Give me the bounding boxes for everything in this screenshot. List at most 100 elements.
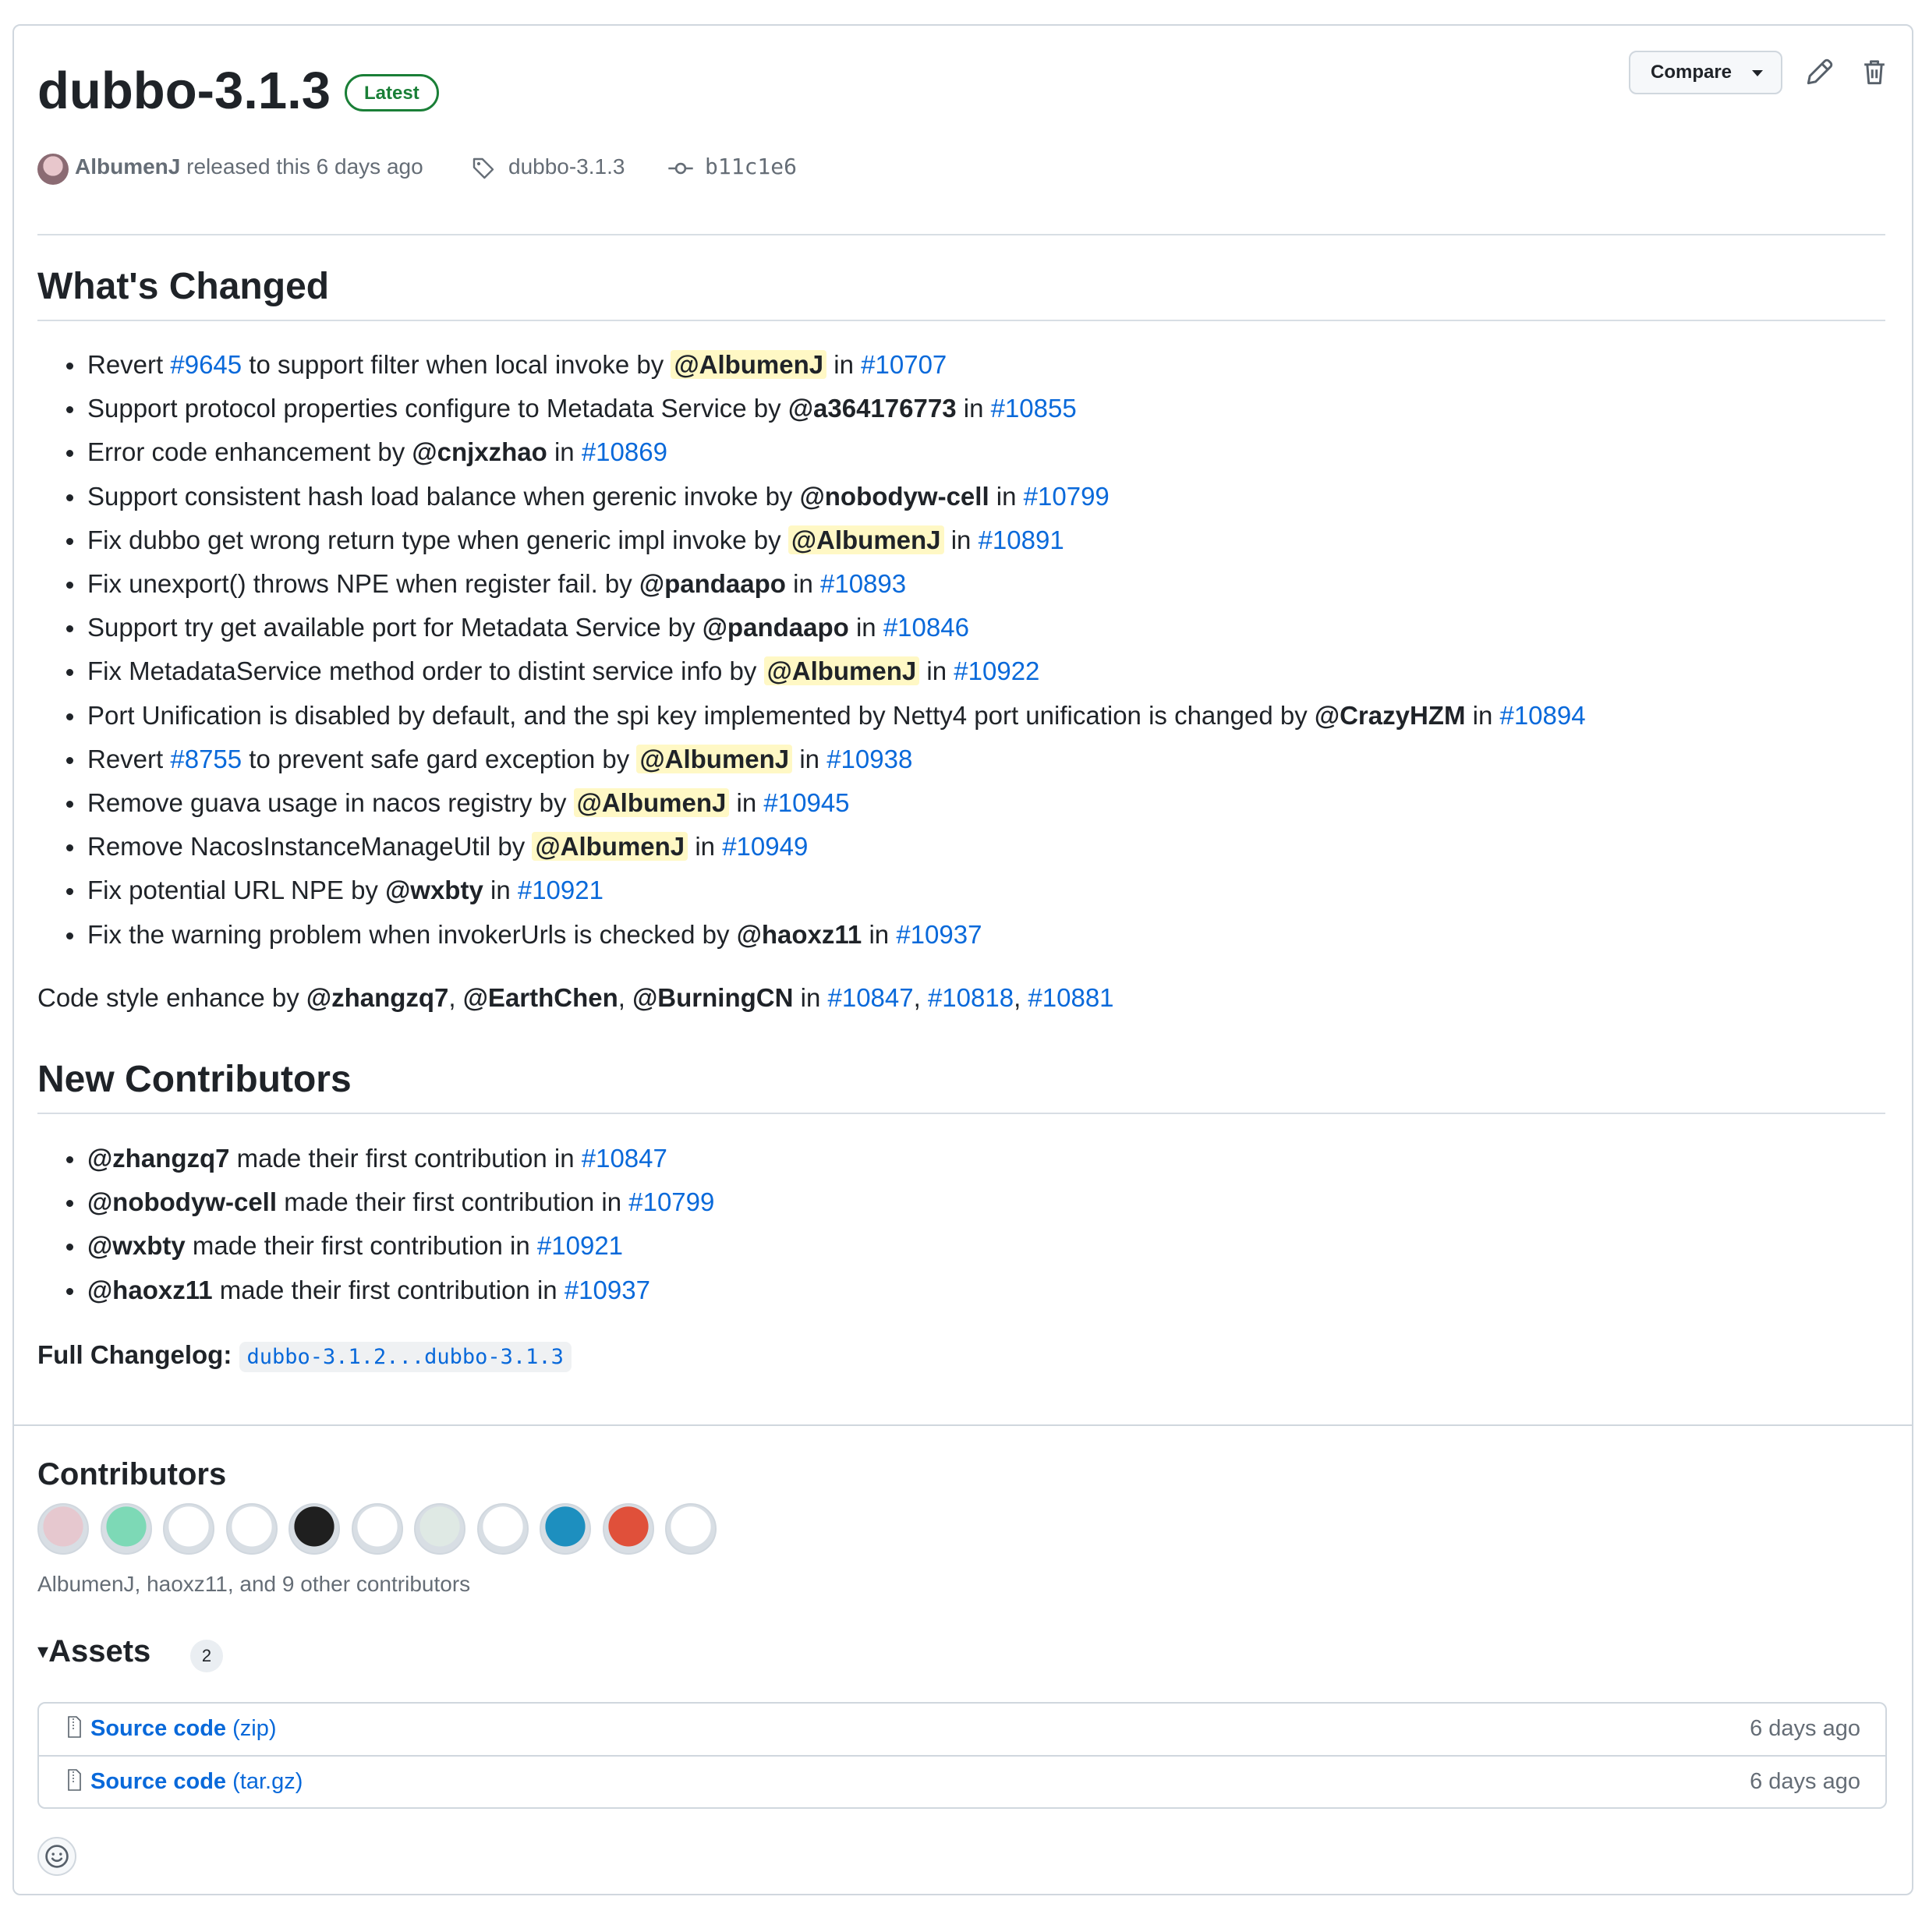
contribution-text: made their first contribution in — [212, 1275, 565, 1304]
contributor-avatar[interactable] — [602, 1503, 654, 1555]
change-text: Remove guava usage in nacos registry by — [87, 788, 574, 818]
contributor-avatar[interactable] — [414, 1503, 465, 1555]
compare-button[interactable]: Compare — [1629, 51, 1782, 94]
user-mention[interactable]: @nobodyw-cell — [800, 482, 989, 511]
change-text: Fix potential URL NPE by — [87, 876, 386, 905]
pr-link[interactable]: #10921 — [518, 876, 603, 904]
edit-release-button[interactable] — [1803, 55, 1837, 89]
pr-link[interactable]: #10799 — [628, 1187, 714, 1216]
contributor-avatar[interactable] — [351, 1503, 403, 1555]
author-link[interactable]: AlbumenJ — [75, 154, 180, 179]
author-avatar[interactable] — [37, 154, 69, 185]
change-text: Port Unification is disabled by default,… — [87, 700, 1315, 730]
pr-link[interactable]: #10922 — [954, 656, 1039, 685]
change-text: Support try get available port for Metad… — [87, 613, 703, 642]
in-text: in — [547, 437, 582, 467]
user-mention[interactable]: @AlbumenJ — [671, 350, 827, 379]
user-mention[interactable]: @EarthChen — [463, 983, 618, 1012]
pr-link[interactable]: #10949 — [722, 832, 808, 861]
user-mention[interactable]: @AlbumenJ — [532, 832, 688, 862]
assets-toggle[interactable]: ▾Assets — [37, 1629, 150, 1673]
pr-link[interactable]: #10818 — [928, 983, 1014, 1012]
delete-release-button[interactable] — [1857, 55, 1892, 89]
pr-link[interactable]: #10847 — [582, 1144, 667, 1173]
contributor-avatar[interactable] — [540, 1503, 591, 1555]
contribution-text: made their first contribution in — [229, 1144, 582, 1173]
pr-link[interactable]: #10937 — [896, 920, 982, 949]
add-reaction-button[interactable] — [37, 1837, 76, 1876]
asset-name[interactable]: Source code (zip) — [90, 1712, 277, 1745]
contributor-avatar[interactable] — [100, 1503, 152, 1555]
pr-link[interactable]: #10938 — [826, 745, 912, 773]
contributor-avatar[interactable] — [37, 1503, 89, 1555]
new-contributor-item: @zhangzq7 made their first contribution … — [65, 1137, 714, 1180]
asset-link[interactable]: Source code — [90, 1769, 226, 1794]
user-mention[interactable]: @AlbumenJ — [573, 788, 730, 818]
change-item: Remove NacosInstanceManageUtil by @Album… — [66, 825, 1586, 869]
pr-link[interactable]: #10847 — [827, 983, 913, 1012]
user-mention[interactable]: @CrazyHZM — [1315, 701, 1466, 730]
pr-link[interactable]: #10855 — [991, 394, 1077, 423]
user-mention[interactable]: @AlbumenJ — [788, 525, 944, 554]
pr-link[interactable]: #10846 — [883, 613, 969, 642]
pr-link[interactable]: #10891 — [979, 525, 1064, 554]
tag-link[interactable]: dubbo-3.1.3 — [508, 151, 625, 182]
in-text: in — [862, 919, 897, 949]
user-mention[interactable]: @zhangzq7 — [87, 1144, 230, 1173]
commit-icon — [668, 162, 693, 175]
change-item: Fix potential URL NPE by @wxbty in #1092… — [66, 869, 1586, 912]
issue-link[interactable]: #9645 — [170, 350, 242, 379]
contributor-avatar[interactable] — [476, 1503, 529, 1555]
contributor-avatar[interactable] — [163, 1503, 214, 1555]
contributor-avatar[interactable] — [665, 1503, 717, 1555]
pr-link[interactable]: #10799 — [1024, 482, 1110, 511]
pr-link[interactable]: #10869 — [582, 437, 667, 466]
changelog-compare-link[interactable]: dubbo-3.1.2...dubbo-3.1.3 — [239, 1342, 572, 1372]
changes-list: Revert #9645 to support filter when loca… — [66, 343, 1586, 957]
pr-link[interactable]: #10937 — [565, 1276, 650, 1304]
asset-name[interactable]: Source code (tar.gz) — [90, 1765, 303, 1798]
user-mention[interactable]: @AlbumenJ — [763, 656, 920, 686]
release-title[interactable]: dubbo-3.1.3 — [37, 56, 331, 126]
asset-link[interactable]: Source code — [90, 1716, 226, 1741]
user-mention[interactable]: @wxbty — [87, 1231, 186, 1260]
user-mention[interactable]: @wxbty — [385, 876, 483, 904]
pr-link[interactable]: #10894 — [1499, 701, 1585, 730]
asset-row[interactable]: Source code (zip) 6 days ago — [39, 1704, 1885, 1755]
change-item: Port Unification is disabled by default,… — [66, 694, 1586, 738]
user-mention[interactable]: @pandaapo — [703, 613, 849, 642]
change-item: Support consistent hash load balance whe… — [66, 475, 1586, 518]
asset-row[interactable]: Source code (tar.gz) 6 days ago — [39, 1755, 1885, 1808]
change-item: Remove guava usage in nacos registry by … — [66, 781, 1586, 825]
user-mention[interactable]: @haoxz11 — [737, 920, 862, 949]
user-mention[interactable]: @AlbumenJ — [636, 744, 793, 773]
user-mention[interactable]: @zhangzq7 — [306, 983, 449, 1012]
change-text: Support protocol properties configure to… — [87, 394, 788, 423]
commit-link[interactable]: b11c1e6 — [705, 151, 797, 182]
issue-link[interactable]: #8755 — [170, 745, 242, 773]
contributors-heading: Contributors — [37, 1457, 227, 1491]
user-mention[interactable]: @pandaapo — [639, 569, 786, 598]
user-mention[interactable]: @a364176773 — [788, 394, 957, 423]
user-mention[interactable]: @nobodyw-cell — [87, 1187, 277, 1216]
contributor-avatar[interactable] — [225, 1503, 278, 1555]
user-mention[interactable]: @cnjxzhao — [412, 437, 547, 466]
pr-link[interactable]: #10893 — [820, 569, 906, 598]
pr-link[interactable]: #10921 — [537, 1231, 623, 1260]
pr-link[interactable]: #10945 — [763, 788, 849, 817]
new-contributors-list: @zhangzq7 made their first contribution … — [65, 1137, 714, 1312]
released-text: released this 6 days ago — [186, 154, 423, 179]
in-text: in — [848, 613, 883, 642]
change-text: to support filter when local invoke by — [242, 350, 671, 379]
compare-label: Compare — [1651, 62, 1733, 83]
chevron-down-icon — [1752, 70, 1763, 76]
user-mention[interactable]: @BurningCN — [632, 983, 793, 1012]
code-style-line: Code style enhance by @zhangzq7, @EarthC… — [37, 983, 1114, 1012]
pr-link[interactable]: #10707 — [861, 350, 947, 379]
asset-date: 6 days ago — [1750, 1769, 1860, 1794]
user-mention[interactable]: @haoxz11 — [87, 1276, 213, 1304]
whats-changed-heading: What's Changed — [37, 266, 330, 307]
change-item: Revert #8755 to prevent safe gard except… — [66, 738, 1586, 781]
pr-link[interactable]: #10881 — [1028, 983, 1113, 1012]
contributor-avatar[interactable] — [288, 1503, 340, 1555]
